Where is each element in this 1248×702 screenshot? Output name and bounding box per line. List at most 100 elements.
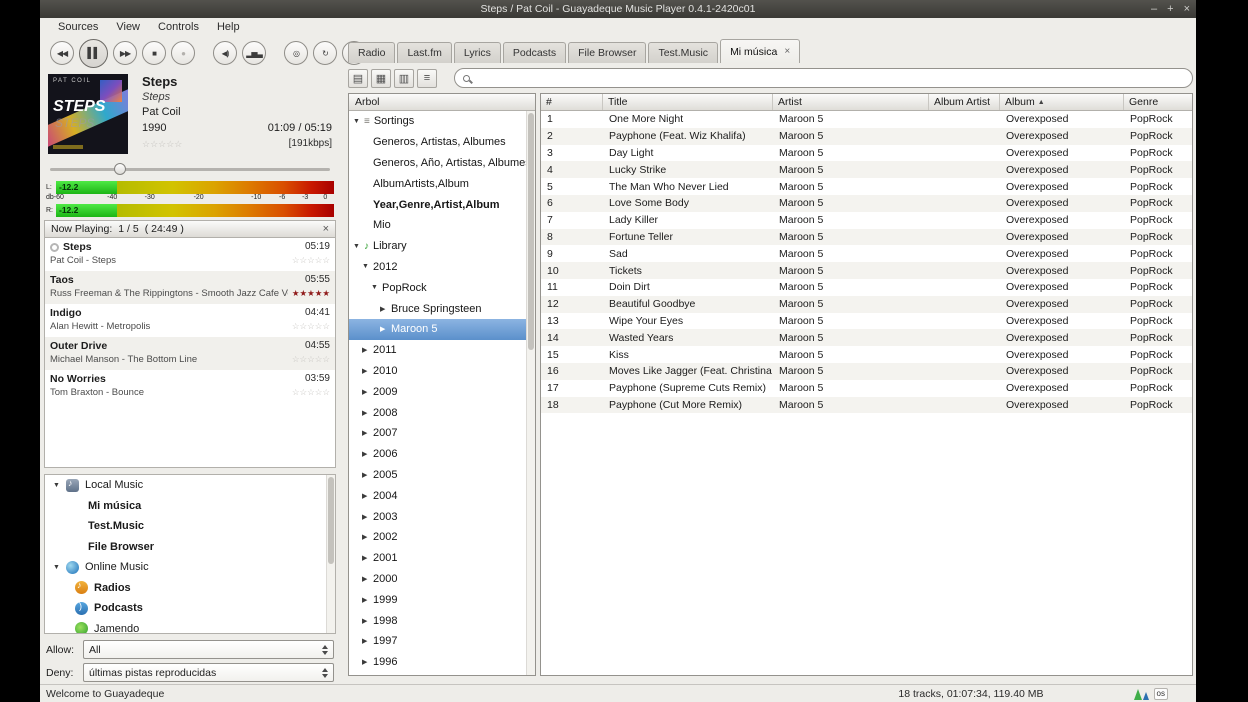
column-header-[interactable]: # [541, 94, 603, 110]
collapse-icon[interactable]: ▼ [353, 243, 364, 250]
collapse-icon[interactable]: ▼ [371, 284, 382, 291]
tree-item-2005[interactable]: ▶2005 [349, 465, 526, 486]
tree-item-2002[interactable]: ▶2002 [349, 527, 526, 548]
tree-item-2006[interactable]: ▶2006 [349, 444, 526, 465]
source-item-radios[interactable]: Radios [45, 578, 335, 599]
search-box[interactable] [454, 68, 1193, 88]
source-item-local-music[interactable]: ▼Local Music [45, 475, 335, 496]
table-row[interactable]: 16Moves Like Jagger (Feat. Christina AgM… [541, 363, 1192, 380]
tab-lyrics[interactable]: Lyrics [454, 42, 501, 63]
expand-icon[interactable]: ▶ [362, 429, 373, 437]
track-rating[interactable]: ☆☆☆☆☆ [142, 136, 182, 152]
collapse-icon[interactable]: ▼ [53, 482, 66, 489]
sources-scrollbar-thumb[interactable] [328, 477, 334, 564]
playlist-item[interactable]: Taos05:55Russ Freeman & The Rippingtons … [45, 271, 335, 304]
expand-icon[interactable]: ▶ [380, 305, 391, 313]
source-item-online-music[interactable]: ▼Online Music [45, 557, 335, 578]
minimize-button[interactable]: – [1151, 4, 1157, 15]
tree-item-1999[interactable]: ▶1999 [349, 589, 526, 610]
expand-icon[interactable]: ▶ [362, 367, 373, 375]
table-row[interactable]: 17Payphone (Supreme Cuts Remix)Maroon 5O… [541, 380, 1192, 397]
expand-icon[interactable]: ▶ [362, 492, 373, 500]
volume-button[interactable]: ◀) [213, 41, 237, 65]
maximize-button[interactable]: + [1167, 4, 1173, 15]
table-row[interactable]: 13Wipe Your EyesMaroon 5OverexposedPopRo… [541, 313, 1192, 330]
album-cover[interactable]: PAT COIL STEPS STEPS [48, 74, 128, 154]
expand-icon[interactable]: ▶ [362, 513, 373, 521]
table-row[interactable]: 10TicketsMaroon 5OverexposedPopRock [541, 262, 1192, 279]
expand-icon[interactable]: ▶ [362, 409, 373, 417]
tree-item-2000[interactable]: ▶2000 [349, 569, 526, 590]
table-row[interactable]: 1One More NightMaroon 5OverexposedPopRoc… [541, 111, 1192, 128]
view-list-icon[interactable]: ▥ [394, 69, 414, 88]
table-row[interactable]: 3Day LightMaroon 5OverexposedPopRock [541, 145, 1192, 162]
collapse-icon[interactable]: ▼ [362, 263, 373, 270]
table-row[interactable]: 2Payphone (Feat. Wiz Khalifa)Maroon 5Ove… [541, 128, 1192, 145]
next-track-button[interactable]: ▶▶ [113, 41, 137, 65]
tree-item-bruce-springsteen[interactable]: ▶Bruce Springsteen [349, 298, 526, 319]
column-header-artist[interactable]: Artist [773, 94, 929, 110]
tree-item-2008[interactable]: ▶2008 [349, 402, 526, 423]
view-jukebox-icon[interactable]: ▤ [348, 69, 368, 88]
deny-filter-select[interactable]: últimas pistas reproducidas [83, 663, 334, 682]
table-row[interactable]: 18Payphone (Cut More Remix)Maroon 5Overe… [541, 397, 1192, 414]
tree-item-2007[interactable]: ▶2007 [349, 423, 526, 444]
tree-item-sortings[interactable]: ▼≡Sortings [349, 111, 526, 132]
title-bar[interactable]: Steps / Pat Coil - Guayadeque Music Play… [40, 0, 1196, 18]
view-details-icon[interactable]: ≡ [417, 69, 437, 88]
tree-item-2004[interactable]: ▶2004 [349, 485, 526, 506]
tab-podcasts[interactable]: Podcasts [503, 42, 566, 63]
tree-item-1998[interactable]: ▶1998 [349, 610, 526, 631]
tree-item-poprock[interactable]: ▼PopRock [349, 277, 526, 298]
source-item-podcasts[interactable]: Podcasts [45, 598, 335, 619]
column-header-title[interactable]: Title [603, 94, 773, 110]
expand-icon[interactable]: ▶ [362, 637, 373, 645]
tab-close-icon[interactable]: × [784, 46, 790, 57]
source-item-mi-m-sica[interactable]: Mi música [45, 496, 335, 517]
tab-radio[interactable]: Radio [348, 42, 395, 63]
tree-scrollbar-thumb[interactable] [528, 113, 534, 350]
seek-handle[interactable] [114, 163, 126, 175]
view-albums-icon[interactable]: ▦ [371, 69, 391, 88]
source-item-test-music[interactable]: Test.Music [45, 516, 335, 537]
stop-button[interactable]: ■ [142, 41, 166, 65]
tree-item-generos-a-o-artistas-albumes[interactable]: Generos, Año, Artistas, Albumes [349, 153, 526, 174]
expand-icon[interactable]: ▶ [362, 533, 373, 541]
tree-item-year-genre-artist-album[interactable]: Year,Genre,Artist,Album [349, 194, 526, 215]
expand-icon[interactable]: ▶ [362, 346, 373, 354]
collapse-icon[interactable]: ▼ [353, 118, 364, 125]
expand-icon[interactable]: ▶ [362, 554, 373, 562]
expand-icon[interactable]: ▶ [362, 575, 373, 583]
table-row[interactable]: 8Fortune TellerMaroon 5OverexposedPopRoc… [541, 229, 1192, 246]
tab-last-fm[interactable]: Last.fm [397, 42, 451, 63]
tree-item-library[interactable]: ▼♪Library [349, 236, 526, 257]
tab-file-browser[interactable]: File Browser [568, 42, 646, 63]
close-button[interactable]: × [1184, 4, 1190, 15]
table-row[interactable]: 6Love Some BodyMaroon 5OverexposedPopRoc… [541, 195, 1192, 212]
table-row[interactable]: 11Doin DirtMaroon 5OverexposedPopRock [541, 279, 1192, 296]
playlist-item[interactable]: Steps05:19Pat Coil - Steps☆☆☆☆☆ [45, 238, 335, 271]
expand-icon[interactable]: ▶ [362, 471, 373, 479]
table-row[interactable]: 14Wasted YearsMaroon 5OverexposedPopRock [541, 329, 1192, 346]
tree-column-header[interactable]: Arbol [349, 94, 535, 111]
menu-item-controls[interactable]: Controls [158, 21, 199, 33]
spinner-icon[interactable] [322, 645, 328, 655]
tree-item-2011[interactable]: ▶2011 [349, 340, 526, 361]
menu-item-help[interactable]: Help [217, 21, 240, 33]
tree-item-2001[interactable]: ▶2001 [349, 548, 526, 569]
tree-item-2003[interactable]: ▶2003 [349, 506, 526, 527]
tree-item-1997[interactable]: ▶1997 [349, 631, 526, 652]
tree-item-1996[interactable]: ▶1996 [349, 652, 526, 673]
repeat-button[interactable]: ↻ [313, 41, 337, 65]
search-input[interactable] [476, 70, 1184, 86]
tree-item-2009[interactable]: ▶2009 [349, 381, 526, 402]
tree-item-2010[interactable]: ▶2010 [349, 361, 526, 382]
playlist-item[interactable]: Outer Drive04:55Michael Manson - The Bot… [45, 337, 335, 370]
tree-item-mio[interactable]: Mio [349, 215, 526, 236]
source-item-jamendo[interactable]: Jamendo [45, 619, 335, 635]
column-header-album-artist[interactable]: Album Artist [929, 94, 1000, 110]
source-item-file-browser[interactable]: File Browser [45, 537, 335, 558]
expand-icon[interactable]: ▶ [362, 450, 373, 458]
tab-test-music[interactable]: Test.Music [648, 42, 718, 63]
expand-icon[interactable]: ▶ [362, 617, 373, 625]
